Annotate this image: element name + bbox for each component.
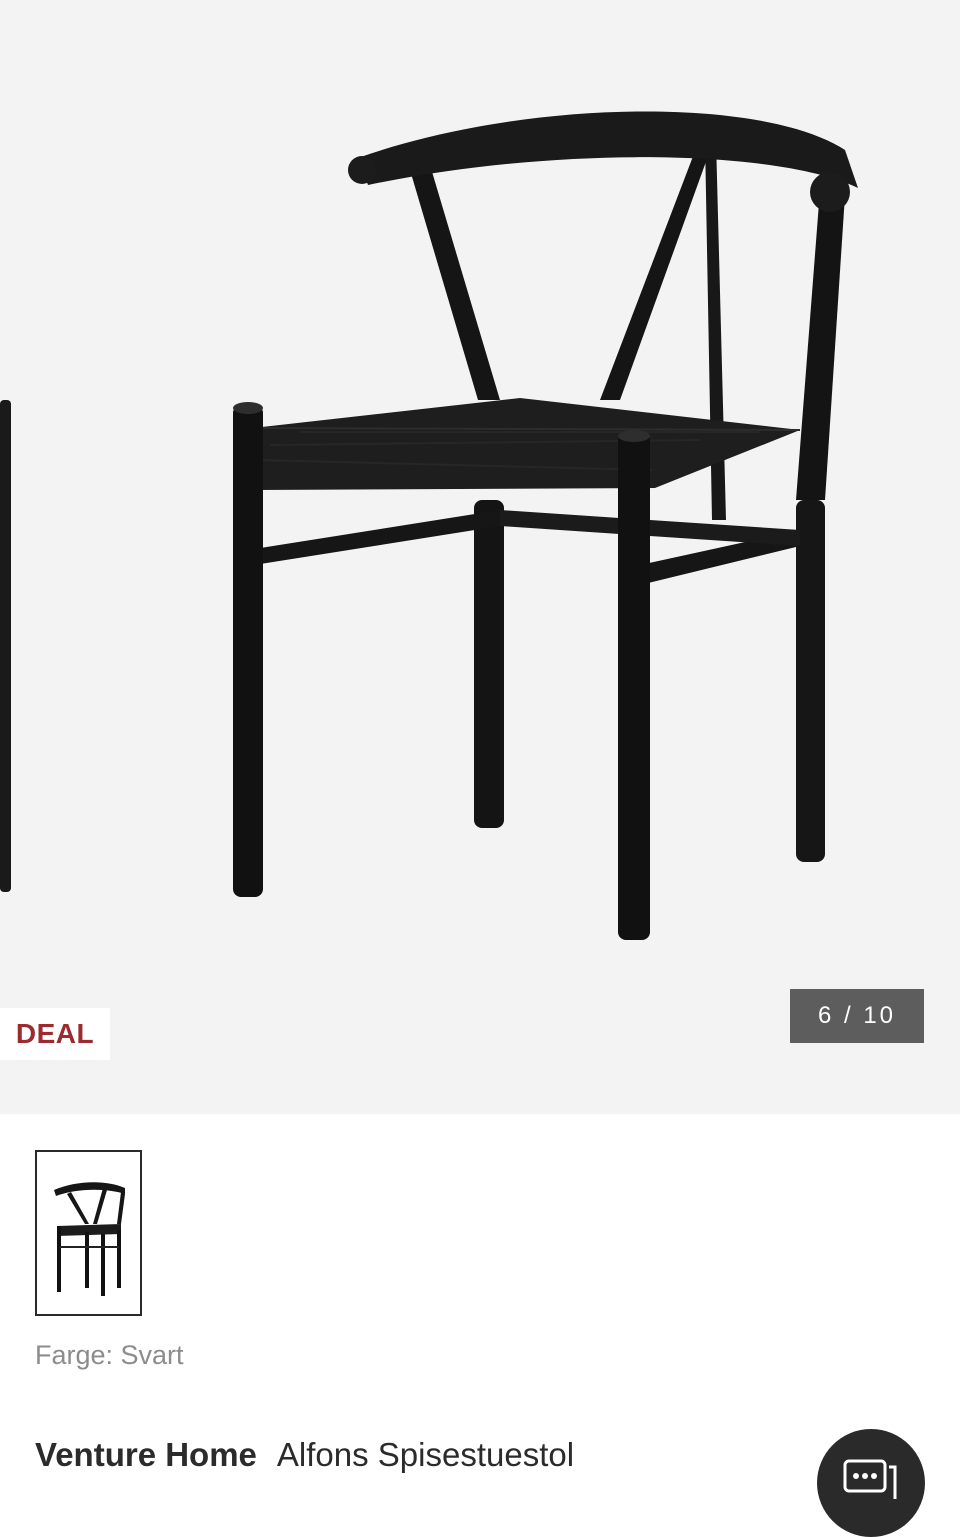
product-image-gallery[interactable]: DEAL 6 / 10 <box>0 0 960 1114</box>
chat-button[interactable] <box>817 1429 925 1537</box>
color-label: Farge: Svart <box>35 1340 184 1370</box>
chair-thumbnail-icon <box>54 1182 125 1296</box>
chair-photo <box>0 111 858 940</box>
product-name: Alfons Spisestuestol <box>276 1436 575 1473</box>
brand-name[interactable]: Venture Home <box>35 1436 257 1473</box>
color-swatch-thumbnail[interactable] <box>35 1150 142 1316</box>
product-title: Venture Home Alfons Spisestuestol <box>35 1436 574 1474</box>
deal-badge: DEAL <box>0 1008 110 1060</box>
chat-bubble-icon <box>843 1459 897 1499</box>
image-counter: 6 / 10 <box>790 989 924 1043</box>
